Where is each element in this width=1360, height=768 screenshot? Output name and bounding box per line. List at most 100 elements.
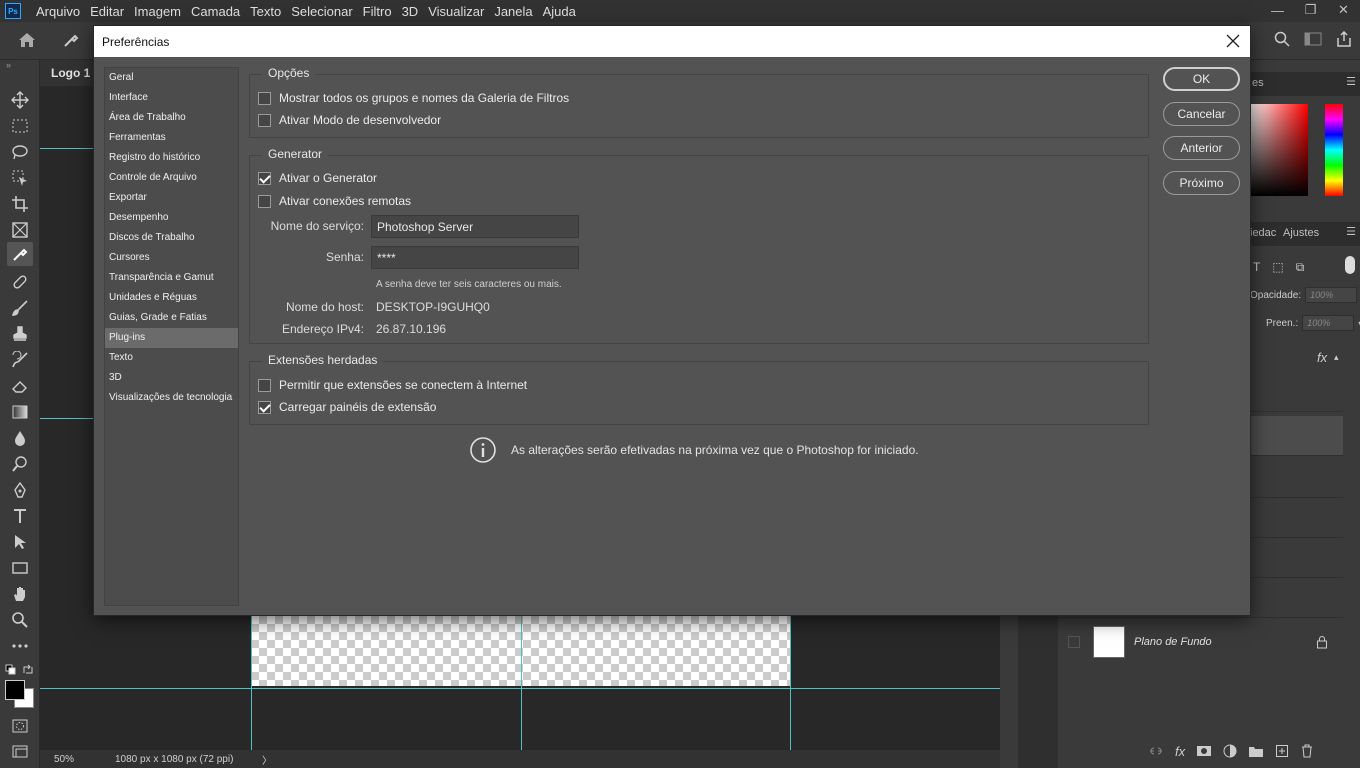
trash-icon[interactable]	[1300, 744, 1314, 758]
opacity-input[interactable]: 100%	[1305, 287, 1358, 303]
nav-item-performance[interactable]: Desempenho	[105, 208, 238, 228]
properties-tab[interactable]: iedac	[1250, 227, 1276, 239]
nav-item-geral[interactable]: Geral	[105, 68, 238, 88]
swap-colors-icon[interactable]	[22, 663, 34, 681]
menu-arquivo[interactable]: Arquivo	[31, 4, 85, 19]
foreground-color-swatch[interactable]	[5, 680, 25, 700]
filter-toggle[interactable]	[1345, 256, 1355, 274]
minimize-button[interactable]: —	[1261, 0, 1294, 20]
zoom-tool-icon[interactable]	[10, 610, 30, 630]
type-filter-icon[interactable]: T	[1253, 260, 1260, 275]
hue-slider[interactable]	[1325, 104, 1343, 196]
checkbox[interactable]	[258, 113, 271, 127]
stamp-tool-icon[interactable]	[10, 324, 30, 344]
swatches-tab[interactable]: es	[1252, 77, 1264, 89]
close-icon[interactable]	[1224, 32, 1242, 50]
hand-tool-icon[interactable]	[10, 584, 30, 604]
restore-button[interactable]: ❐	[1294, 0, 1327, 20]
menu-selecionar[interactable]: Selecionar	[286, 4, 357, 19]
nav-item-cursors[interactable]: Cursores	[105, 248, 238, 268]
nav-item-units-rulers[interactable]: Unidades e Réguas	[105, 288, 238, 308]
crop-tool-icon[interactable]	[10, 194, 30, 214]
menu-texto[interactable]: Texto	[245, 4, 286, 19]
enable-generator-checkbox[interactable]: Ativar o Generator	[258, 171, 377, 185]
previous-button[interactable]: Anterior	[1163, 136, 1240, 160]
lock-icon[interactable]	[1316, 635, 1328, 649]
add-layer-style-icon[interactable]: fx	[1175, 744, 1185, 759]
new-group-icon[interactable]	[1248, 744, 1264, 758]
enable-remote-checkbox[interactable]: Ativar conexões remotas	[258, 194, 411, 208]
shape-filter-icon[interactable]: ⬚	[1272, 260, 1283, 275]
nav-item-tech-previews[interactable]: Visualizações de tecnologia	[105, 388, 238, 408]
menu-3d[interactable]: 3D	[397, 4, 424, 19]
ok-button[interactable]: OK	[1163, 67, 1240, 91]
home-icon[interactable]	[18, 32, 36, 48]
blur-tool-icon[interactable]	[10, 428, 30, 448]
close-window-button[interactable]: ✕	[1327, 0, 1360, 20]
menu-imagem[interactable]: Imagem	[129, 4, 186, 19]
nav-item-type[interactable]: Texto	[105, 348, 238, 368]
nav-item-interface[interactable]: Interface	[105, 88, 238, 108]
quick-mask-icon[interactable]	[10, 716, 30, 736]
nav-item-file-handling[interactable]: Controle de Arquivo	[105, 168, 238, 188]
load-panels-checkbox[interactable]: Carregar painéis de extensão	[258, 400, 436, 414]
zoom-level[interactable]: 50%	[40, 754, 90, 765]
checkbox[interactable]	[258, 400, 271, 414]
screen-mode-icon[interactable]	[10, 742, 30, 762]
pen-tool-icon[interactable]	[10, 480, 30, 500]
adjustments-tab[interactable]: Ajustes	[1283, 227, 1319, 239]
nav-item-history-log[interactable]: Registro do histórico	[105, 148, 238, 168]
more-tools-icon[interactable]	[10, 636, 30, 656]
document-tab[interactable]: Logo 1 (	[40, 60, 100, 86]
developer-mode-checkbox[interactable]: Ativar Modo de desenvolvedor	[258, 113, 441, 127]
show-filter-gallery-checkbox[interactable]: Mostrar todos os grupos e nomes da Galer…	[258, 91, 569, 105]
path-select-tool-icon[interactable]	[10, 532, 30, 552]
move-tool-icon[interactable]	[10, 90, 30, 110]
menu-camada[interactable]: Camada	[186, 4, 245, 19]
adjustment-layer-icon[interactable]	[1223, 744, 1237, 758]
menu-visualizar[interactable]: Visualizar	[423, 4, 489, 19]
link-layers-icon[interactable]	[1148, 744, 1164, 758]
eyedropper-tool-icon[interactable]	[7, 242, 33, 266]
color-picker-field[interactable]	[1250, 104, 1308, 196]
panel-menu-icon[interactable]: ☰	[1346, 75, 1356, 88]
nav-item-3d[interactable]: 3D	[105, 368, 238, 388]
nav-item-transparency[interactable]: Transparência e Gamut	[105, 268, 238, 288]
nav-item-tools[interactable]: Ferramentas	[105, 128, 238, 148]
rectangle-tool-icon[interactable]	[10, 558, 30, 578]
object-select-tool-icon[interactable]	[10, 168, 30, 188]
nav-item-plugins[interactable]: Plug-ins	[105, 328, 238, 348]
default-colors-icon[interactable]	[5, 663, 17, 681]
search-icon[interactable]	[1274, 31, 1290, 47]
visibility-toggle[interactable]	[1068, 636, 1080, 648]
add-mask-icon[interactable]	[1196, 744, 1212, 758]
checkbox[interactable]	[258, 171, 271, 185]
background-layer-row[interactable]: Plano de Fundo	[1058, 622, 1343, 662]
nav-item-export[interactable]: Exportar	[105, 188, 238, 208]
healing-brush-tool-icon[interactable]	[10, 272, 30, 292]
type-tool-icon[interactable]	[10, 506, 30, 526]
checkbox[interactable]	[258, 378, 271, 392]
gradient-tool-icon[interactable]	[10, 402, 30, 422]
eraser-tool-icon[interactable]	[10, 376, 30, 396]
frame-tool-icon[interactable]	[10, 220, 30, 240]
allow-internet-checkbox[interactable]: Permitir que extensões se conectem à Int…	[258, 378, 527, 392]
workspace-icon[interactable]	[1304, 31, 1322, 47]
panel-menu-icon[interactable]: ☰	[1346, 225, 1356, 238]
marquee-tool-icon[interactable]	[10, 116, 30, 136]
service-name-input[interactable]: Photoshop Server	[371, 215, 579, 238]
nav-item-guides-grid[interactable]: Guias, Grade e Fatias	[105, 308, 238, 328]
menu-filtro[interactable]: Filtro	[358, 4, 397, 19]
checkbox[interactable]	[258, 194, 271, 208]
menu-janela[interactable]: Janela	[489, 4, 537, 19]
fill-input[interactable]: 100%	[1302, 315, 1355, 331]
layer-effects-icon[interactable]: fx	[1317, 350, 1327, 365]
layer-name[interactable]: Plano de Fundo	[1134, 636, 1212, 648]
chevron-up-icon[interactable]: ▴	[1334, 352, 1339, 363]
status-menu-arrow[interactable]: 〉	[262, 752, 272, 767]
brush-tool-icon[interactable]	[10, 298, 30, 318]
collapse-toolbar-icon[interactable]: »	[6, 60, 11, 70]
nav-item-workspace[interactable]: Área de Trabalho	[105, 108, 238, 128]
cancel-button[interactable]: Cancelar	[1163, 102, 1240, 126]
smart-object-filter-icon[interactable]: ⧉	[1296, 260, 1305, 275]
